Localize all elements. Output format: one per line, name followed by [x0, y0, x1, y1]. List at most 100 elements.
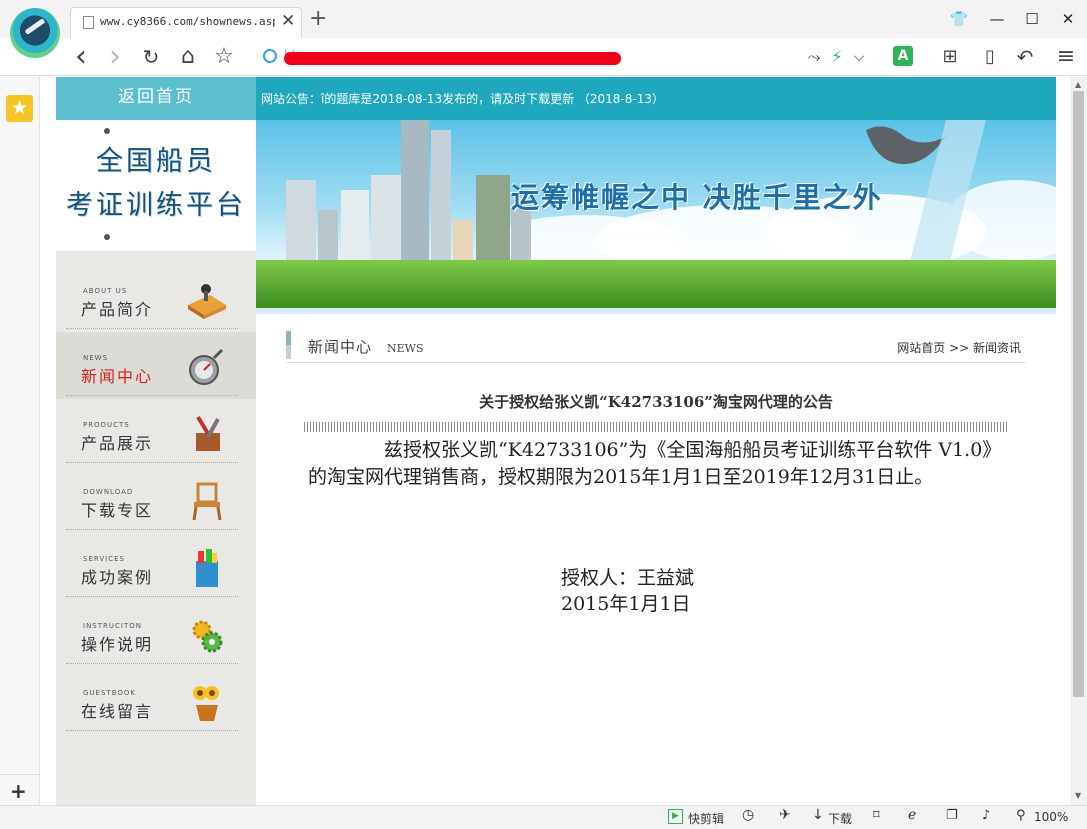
screenshot-icon[interactable]: ⌑ [873, 808, 880, 823]
menu-item-services[interactable]: SERVICES 成功案例 [56, 533, 256, 600]
header-accent-bar [286, 331, 291, 359]
security-icon [263, 49, 277, 63]
top-band: 返回首页 网站公告：î的题库是2018-08-13发布的，请及时下载更新 （20… [56, 77, 1056, 120]
article-divider [304, 422, 1007, 432]
brand-dot [104, 234, 110, 240]
menu-divider [66, 529, 238, 530]
favorites-star-icon[interactable]: ★ [6, 95, 33, 122]
reading-mode-icon[interactable]: ▯ [977, 44, 1003, 70]
menu-item-label: 在线留言 [81, 702, 154, 721]
redaction-mark [284, 52, 621, 65]
site-notice: 网站公告：î的题库是2018-08-13发布的，请及时下载更新 （2018-8-… [261, 92, 664, 106]
menu-divider [66, 462, 238, 463]
gear-icon [192, 620, 223, 653]
menu-item-en: DOWNLOAD [83, 488, 134, 496]
banner-slogan: 运筹帷幄之中 决胜千里之外 [511, 181, 883, 214]
site-brand: 全国船员 考证训练平台 [56, 140, 256, 228]
brand-line-2: 考证训练平台 [66, 190, 246, 221]
tools-icon [196, 415, 220, 451]
menu-item-about[interactable]: ABOUT US 产品简介 [56, 265, 256, 332]
menu-item-en: SERVICES [83, 555, 125, 563]
book-icon [188, 284, 226, 319]
section-title: 新闻中心 [308, 338, 373, 356]
undo-icon[interactable]: ↶ [1012, 44, 1038, 70]
menu-item-en: PRODUCTS [83, 421, 130, 429]
maximize-button[interactable]: ☐ [1017, 6, 1047, 32]
web-page: 返回首页 网站公告：î的题库是2018-08-13发布的，请及时下载更新 （20… [41, 77, 1071, 805]
forward-icon[interactable]: › [102, 42, 128, 72]
reload-icon[interactable]: ↻ [138, 44, 164, 70]
menu-item-en: GUESTBOOK [83, 689, 136, 697]
banner-bottom-strip [256, 308, 1056, 314]
banner-image: 运筹帷幄之中 决胜千里之外 [256, 120, 1056, 308]
left-column: 全国船员 考证训练平台 ABOUT US 产品简介 NEWS 新闻中心 PROD… [56, 120, 256, 805]
menu-divider [66, 596, 238, 597]
menu-divider [66, 730, 238, 731]
zoom-icon[interactable]: ⚲ [1016, 808, 1026, 823]
article-date: 2015年1月1日 [561, 593, 691, 615]
home-icon[interactable]: ⌂ [175, 44, 201, 70]
clean-icon[interactable]: ✈ [779, 807, 791, 823]
sidebar-divider [0, 774, 40, 775]
menu-item-guestbook[interactable]: GUESTBOOK 在线留言 [56, 667, 256, 734]
menu-item-instruction[interactable]: INSTRUCITON 操作说明 [56, 600, 256, 667]
scroll-thumb[interactable] [1073, 91, 1084, 697]
chevron-down-icon[interactable]: ⌵ [846, 44, 872, 70]
case-icon [196, 549, 218, 587]
close-window-button[interactable]: ✕ [1053, 6, 1083, 32]
menu-item-en: NEWS [83, 354, 109, 362]
menu-item-label: 下载专区 [81, 501, 154, 520]
content-header: 新闻中心 NEWS 网站首页 >> 新闻资讯 [286, 331, 1026, 363]
favorite-icon[interactable]: ☆ [211, 44, 237, 70]
compass-icon [189, 348, 224, 385]
menu-item-news[interactable]: NEWS 新闻中心 [56, 332, 256, 399]
ie-icon[interactable]: ℯ [908, 807, 916, 823]
skin-icon[interactable]: 👕 [944, 6, 974, 32]
browser-title-bar: www.cy8366.com/shownews.asp?i ✕ + 👕 — ☐ … [0, 0, 1087, 38]
menu-icon[interactable]: ≡ [1053, 44, 1079, 70]
browser-sidebar: ★ + [0, 77, 40, 805]
article-signer: 授权人：王益斌 [561, 567, 695, 589]
translate-icon[interactable]: A [893, 46, 913, 66]
menu-divider [66, 328, 238, 329]
return-home-button[interactable]: 返回首页 [56, 77, 256, 120]
scroll-up-icon[interactable]: ▲ [1075, 80, 1081, 89]
menu-divider [66, 663, 238, 664]
browser-tab[interactable]: www.cy8366.com/shownews.asp?i ✕ [70, 7, 302, 38]
menu-item-label: 产品简介 [81, 300, 154, 319]
quick-cut-icon[interactable]: ▶ [668, 809, 683, 824]
download-label[interactable]: 下载 [828, 810, 852, 827]
back-icon[interactable]: ‹ [68, 42, 94, 72]
brand-dot [104, 128, 110, 134]
apps-icon[interactable]: ⊞ [937, 44, 963, 70]
zoom-level[interactable]: 100% [1034, 810, 1068, 824]
timer-icon[interactable]: ◷ [742, 807, 754, 823]
scroll-down-icon[interactable]: ▼ [1075, 791, 1081, 800]
article-title: 关于授权给张义凯“K42733106”淘宝网代理的公告 [479, 393, 833, 411]
menu-item-label: 成功案例 [81, 568, 154, 587]
menu-item-products[interactable]: PRODUCTS 产品展示 [56, 399, 256, 466]
quick-cut-label[interactable]: 快剪辑 [688, 810, 724, 827]
menu-divider [66, 395, 238, 396]
tab-close-icon[interactable]: ✕ [281, 11, 295, 31]
menu-item-en: INSTRUCITON [83, 622, 142, 630]
menu-item-label: 新闻中心 [81, 367, 154, 386]
window-icon[interactable]: ❐ [946, 808, 958, 823]
minimize-button[interactable]: — [982, 6, 1012, 32]
browser-logo [10, 8, 60, 58]
sidebar-add-icon[interactable]: + [10, 779, 27, 803]
chair-icon [192, 482, 222, 521]
volume-icon[interactable]: ♪ [982, 808, 990, 823]
status-bar: ▶ 快剪辑 ◷ ✈ ↓ 下载 ⌑ ℯ ❐ ♪ ⚲ 100% [0, 805, 1087, 829]
menu-item-label: 产品展示 [81, 434, 154, 453]
menu-item-en: ABOUT US [83, 287, 128, 295]
banner-grass [256, 260, 1056, 308]
article-body: 兹授权张义凯“K42733106”为《全国海船船员考证训练平台软件 V1.0》的… [308, 439, 1002, 488]
breadcrumb[interactable]: 网站首页 >> 新闻资讯 [897, 339, 1021, 356]
vertical-scrollbar[interactable]: ▲ ▼ [1071, 77, 1087, 805]
new-tab-button[interactable]: + [309, 8, 327, 30]
menu-item-download[interactable]: DOWNLOAD 下载专区 [56, 466, 256, 533]
download-icon[interactable]: ↓ [812, 807, 824, 823]
brand-line-1: 全国船员 [96, 146, 216, 177]
menu-item-label: 操作说明 [81, 635, 154, 654]
